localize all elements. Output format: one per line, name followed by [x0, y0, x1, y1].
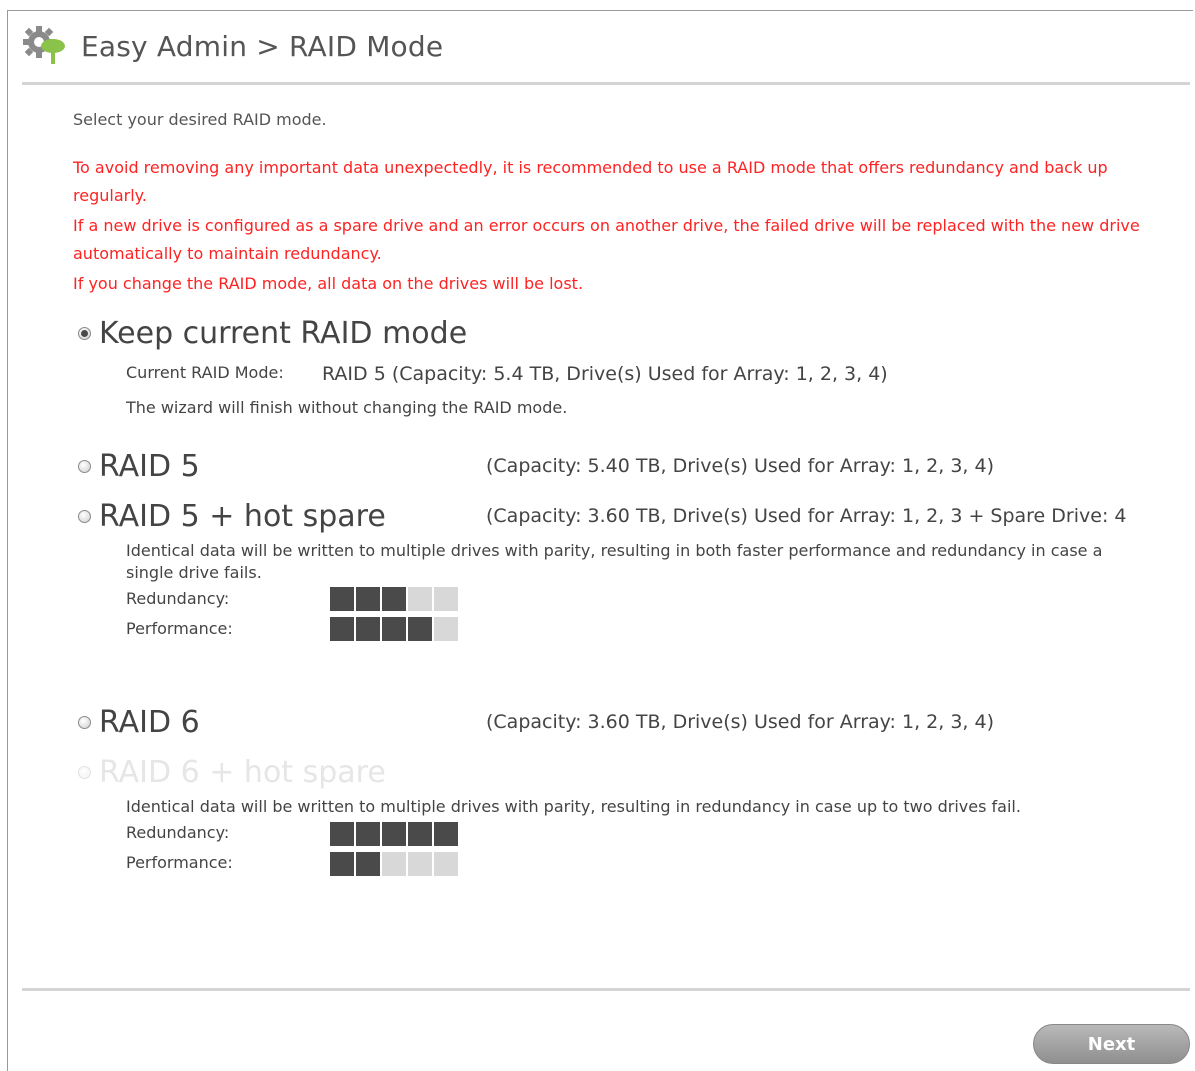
option-raid5-label: RAID 5	[99, 449, 200, 484]
meter-segment	[330, 822, 354, 846]
meter-segment	[382, 822, 406, 846]
raid5-capacity: (Capacity: 5.40 TB, Drive(s) Used for Ar…	[486, 455, 994, 477]
meter-segment	[434, 617, 458, 641]
meter-segment	[408, 617, 432, 641]
meter-segment	[330, 587, 354, 611]
option-keep-current[interactable]: Keep current RAID mode	[78, 316, 467, 351]
raid5-performance-label: Performance:	[126, 619, 233, 638]
meter-segment	[356, 822, 380, 846]
option-raid6[interactable]: RAID 6	[78, 705, 200, 740]
meter-segment	[330, 617, 354, 641]
gear-tree-icon	[23, 26, 65, 64]
warning-data-loss: If you change the RAID mode, all data on…	[73, 274, 584, 293]
radio-raid6-hot-spare	[78, 766, 91, 779]
radio-raid6[interactable]	[78, 716, 91, 729]
option-raid6-hot-spare: RAID 6 + hot spare	[78, 755, 386, 790]
warning-spare-drive: If a new drive is configured as a spare …	[73, 216, 1140, 263]
meter-segment	[356, 617, 380, 641]
warning-redundancy: To avoid removing any important data une…	[73, 158, 1108, 205]
option-raid5[interactable]: RAID 5	[78, 449, 200, 484]
raid5-redundancy-meter	[330, 587, 458, 611]
meter-segment	[382, 852, 406, 876]
raid6-performance-label: Performance:	[126, 853, 233, 872]
header: Easy Admin > RAID Mode	[17, 24, 443, 68]
option-keep-current-label: Keep current RAID mode	[99, 316, 468, 351]
next-button[interactable]: Next	[1033, 1024, 1190, 1064]
keep-note: The wizard will finish without changing …	[126, 398, 568, 417]
warning-block: To avoid removing any important data une…	[73, 154, 1153, 300]
radio-keep-current[interactable]	[78, 327, 91, 340]
raid6-capacity: (Capacity: 3.60 TB, Drive(s) Used for Ar…	[486, 711, 994, 733]
raid6-redundancy-label: Redundancy:	[126, 823, 230, 842]
page-title: Easy Admin > RAID Mode	[81, 29, 444, 63]
meter-segment	[408, 822, 432, 846]
option-raid5-hot-spare[interactable]: RAID 5 + hot spare	[78, 499, 386, 534]
raid6-hot-spare-description: Identical data will be written to multip…	[126, 797, 1021, 816]
meter-segment	[434, 822, 458, 846]
raid5-redundancy-label: Redundancy:	[126, 589, 230, 608]
meter-segment	[330, 852, 354, 876]
meter-segment	[382, 587, 406, 611]
radio-raid5-hot-spare[interactable]	[78, 510, 91, 523]
intro-text: Select your desired RAID mode.	[73, 110, 327, 129]
meter-segment	[356, 587, 380, 611]
raid5-performance-meter	[330, 617, 458, 641]
current-raid-value: RAID 5 (Capacity: 5.4 TB, Drive(s) Used …	[322, 363, 888, 385]
header-divider	[22, 82, 1190, 85]
option-raid5-hot-spare-label: RAID 5 + hot spare	[99, 499, 386, 534]
meter-segment	[382, 617, 406, 641]
current-raid-label: Current RAID Mode:	[126, 363, 284, 382]
footer-divider	[22, 988, 1190, 991]
raid6-performance-meter	[330, 852, 458, 876]
option-raid6-hot-spare-label: RAID 6 + hot spare	[99, 755, 386, 790]
raid5-hot-spare-description: Identical data will be written to multip…	[126, 541, 1103, 582]
radio-raid5[interactable]	[78, 460, 91, 473]
raid6-redundancy-meter	[330, 822, 458, 846]
meter-segment	[408, 587, 432, 611]
meter-segment	[434, 852, 458, 876]
meter-segment	[408, 852, 432, 876]
option-raid6-label: RAID 6	[99, 705, 200, 740]
raid5-hot-spare-capacity: (Capacity: 3.60 TB, Drive(s) Used for Ar…	[486, 505, 1127, 527]
meter-segment	[356, 852, 380, 876]
meter-segment	[434, 587, 458, 611]
